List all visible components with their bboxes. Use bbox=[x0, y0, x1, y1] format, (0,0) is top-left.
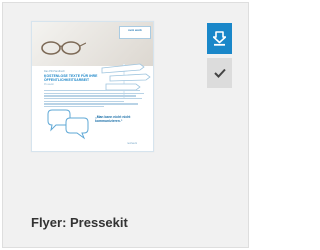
speech-bubbles-illustration bbox=[47, 109, 89, 140]
flyer-kicker: Das PR-Handbuch bbox=[44, 70, 65, 73]
flyer-logo: netz werk bbox=[119, 26, 151, 39]
select-button[interactable] bbox=[207, 58, 232, 88]
checkmark-icon bbox=[213, 68, 226, 78]
flyer-thumbnail[interactable]: netz werk Das PR-Handbuch KOSTENLOSE TEX… bbox=[31, 21, 154, 152]
download-icon bbox=[213, 31, 226, 46]
flyer-footer-logo: netzwerk bbox=[127, 142, 138, 145]
glasses-icon bbox=[41, 41, 86, 55]
flyer-subline: Pressekit bbox=[44, 83, 54, 86]
download-button[interactable] bbox=[207, 23, 232, 54]
flyer-quote: „Man kann nicht nicht kommunizieren.“ bbox=[95, 115, 131, 124]
flyer-body-text bbox=[44, 90, 144, 109]
document-title: Flyer: Pressekit bbox=[31, 215, 128, 230]
